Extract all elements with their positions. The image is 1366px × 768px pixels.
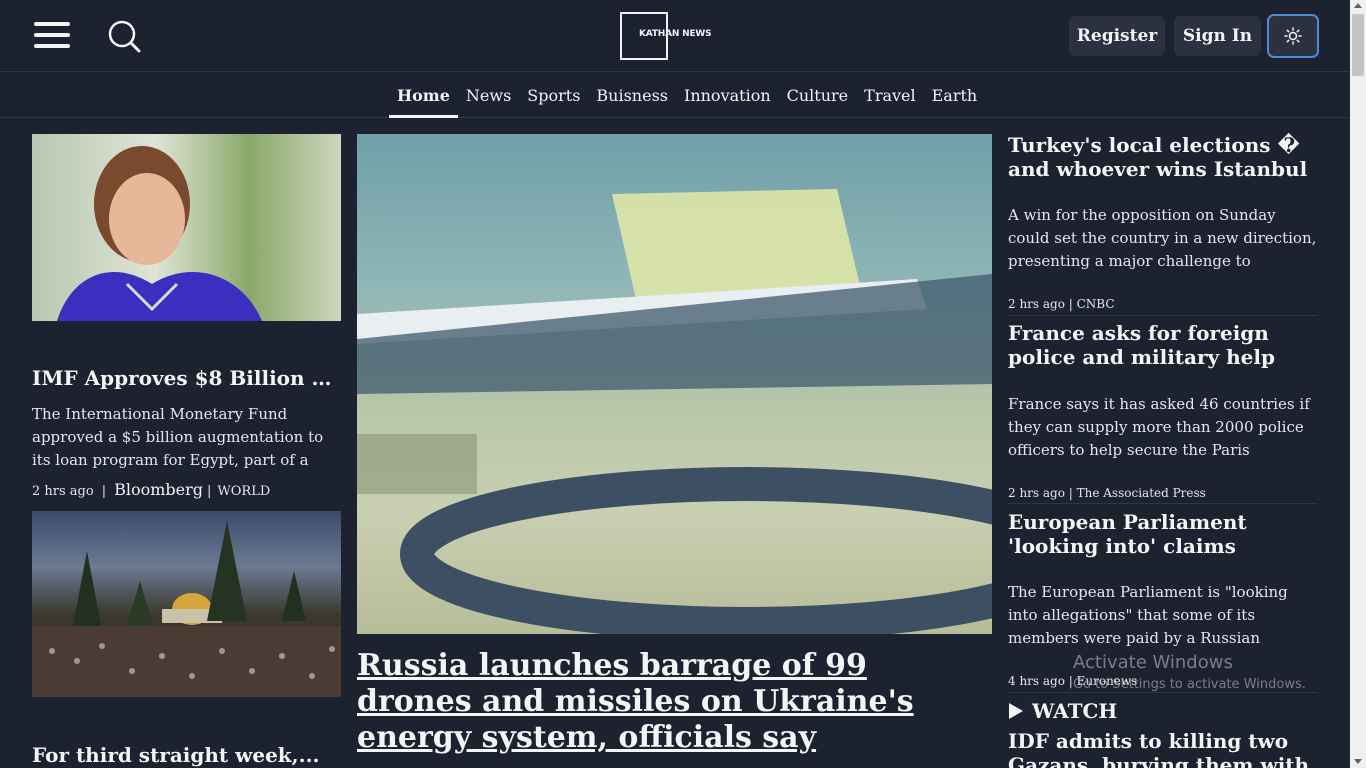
imf-story-meta: 2 hrs ago | Bloomberg | WORLD [32,480,271,499]
watch-story-title[interactable]: IDF admits to killing two Gazans, buryin… [1008,729,1320,768]
story-time: 2 hrs ago [32,484,94,499]
right-story-meta: 2 hrs ago | The Associated Press [1008,486,1206,500]
nav-item-home[interactable]: Home [389,73,458,118]
nav-item-earth[interactable]: Earth [924,73,986,118]
register-button[interactable]: Register [1069,16,1165,56]
divider [1008,315,1318,316]
nav-item-travel[interactable]: Travel [856,73,923,118]
right-story-description: The European Parliament is "looking into… [1008,583,1288,647]
theme-toggle-button[interactable] [1267,14,1319,58]
nav-item-culture[interactable]: Culture [779,73,857,118]
news-homepage: KATHAN NEWS Register Sign In Home News S… [0,0,1366,768]
play-icon [1009,703,1023,719]
scroll-down-arrow-icon[interactable] [1354,759,1362,764]
right-story-meta: 4 hrs ago | Euronews [1008,674,1138,688]
right-story-description: A win for the opposition on Sunday could… [1008,206,1317,270]
watermark-line1: Activate Windows [1073,652,1233,673]
hero-story-image[interactable] [357,134,992,634]
menu-icon[interactable] [34,22,70,50]
search-icon[interactable] [107,19,141,53]
sun-icon [1284,27,1302,45]
mosque-story-image[interactable] [32,511,341,697]
imf-story-description: The International Monetary Fund approved… [32,405,324,469]
scroll-up-arrow-icon[interactable] [1354,3,1362,8]
divider [1008,503,1318,504]
nav-item-sports[interactable]: Sports [519,73,588,118]
right-story-description: France says it has asked 46 countries if… [1008,395,1310,459]
right-story-title[interactable]: Turkey's local elections � and whoever w… [1008,133,1320,181]
scrollbar-thumb[interactable] [1352,14,1364,76]
watch-section-header[interactable]: WATCH [1008,699,1117,723]
page-scrollbar[interactable] [1350,0,1366,768]
watch-label: WATCH [1032,699,1118,723]
nav-item-news[interactable]: News [458,73,519,118]
divider [1008,692,1318,693]
imf-story-title[interactable]: IMF Approves $8 Billion Egypt Loan [32,366,344,390]
right-story-meta: 2 hrs ago | CNBC [1008,297,1115,311]
story-category[interactable]: WORLD [217,484,270,499]
site-header: KATHAN NEWS Register Sign In [0,0,1350,72]
main-nav: Home News Sports Buisness Innovation Cul… [0,73,1350,118]
site-logo-text: KATHAN NEWS [639,29,712,39]
sign-in-button[interactable]: Sign In [1174,16,1261,56]
right-story-title[interactable]: France asks for foreign police and milit… [1008,321,1320,369]
story-source[interactable]: Bloomberg [114,480,203,499]
imf-story-image[interactable] [32,134,341,321]
third-week-story-title[interactable]: For third straight week,... [32,743,344,767]
right-story-title[interactable]: European Parliament 'looking into' claim… [1008,510,1320,558]
nav-item-business[interactable]: Buisness [588,73,676,118]
nav-item-innovation[interactable]: Innovation [676,73,779,118]
hero-story-title[interactable]: Russia launches barrage of 99 drones and… [357,648,987,756]
